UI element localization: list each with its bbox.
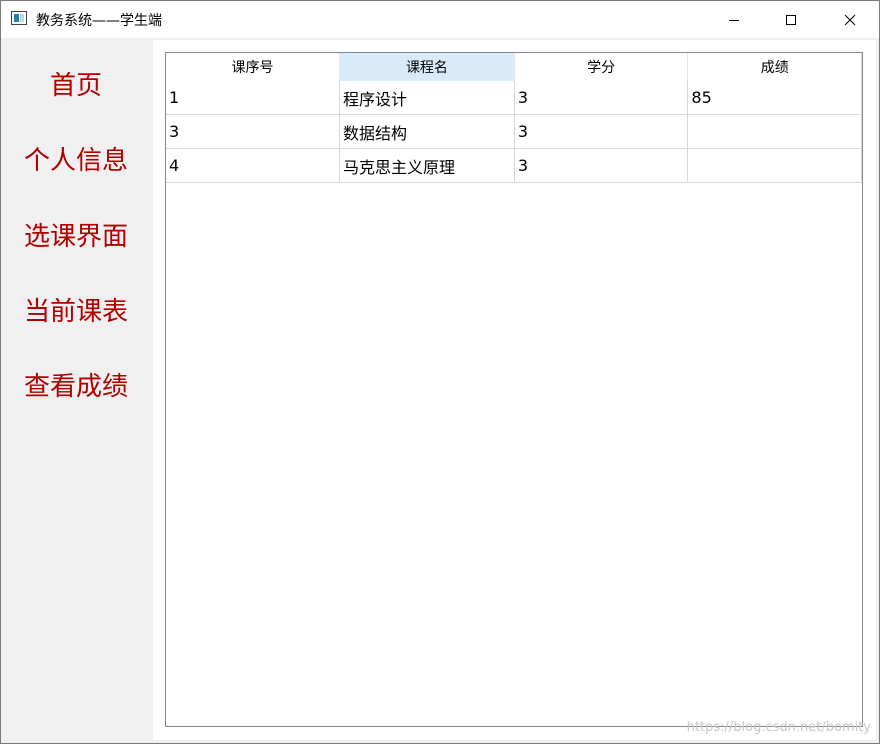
cell-course-no[interactable]: 4 [166,148,341,183]
app-icon [11,11,27,25]
minimize-button[interactable] [711,1,757,38]
cell-course-name[interactable]: 数据结构 [339,114,515,149]
maximize-icon [786,14,796,25]
sidebar-item-current-schedule[interactable]: 当前课表 [1,287,151,337]
cell-credits[interactable]: 3 [514,81,689,115]
course-table-frame[interactable]: 课序号 课程名 学分 成绩 1 程序设计 3 85 3 数据结构 3 4 马克思… [165,52,863,727]
cell-credits[interactable]: 3 [514,148,689,183]
cell-credits[interactable]: 3 [514,114,689,149]
sidebar-item-personal-info[interactable]: 个人信息 [1,136,151,186]
table-row[interactable]: 3 数据结构 3 [166,114,862,149]
header-course-no[interactable]: 课序号 [166,53,341,81]
cell-grade[interactable] [687,114,862,149]
sidebar-nav: 首页 个人信息 选课界面 当前课表 查看成绩 [1,38,151,743]
close-icon [844,14,856,25]
cell-course-no[interactable]: 1 [166,81,341,115]
window-title: 教务系统——学生端 [36,13,162,29]
table-row[interactable]: 4 马克思主义原理 3 [166,148,862,183]
table-header-row: 课序号 课程名 学分 成绩 [166,53,862,81]
watermark-text: https://blog.csdn.net/bomity [686,720,871,735]
cell-course-name[interactable]: 马克思主义原理 [339,148,515,183]
app-window: 教务系统——学生端 首页 个人信息 选课界面 当前课表 查看成绩 课序号 课程名… [0,0,880,744]
table-row[interactable]: 1 程序设计 3 85 [166,81,862,115]
sidebar-item-course-selection[interactable]: 选课界面 [1,212,151,262]
cell-course-name[interactable]: 程序设计 [339,81,515,115]
course-table: 课序号 课程名 学分 成绩 1 程序设计 3 85 3 数据结构 3 4 马克思… [166,53,862,183]
header-credits[interactable]: 学分 [514,53,689,81]
cell-grade[interactable]: 85 [687,81,862,115]
sidebar-item-view-grades[interactable]: 查看成绩 [1,362,151,412]
header-grade[interactable]: 成绩 [687,53,862,81]
close-button[interactable] [827,1,873,38]
title-bar[interactable]: 教务系统——学生端 [1,1,879,38]
cell-grade[interactable] [687,148,862,183]
maximize-button[interactable] [768,1,814,38]
sidebar-item-home[interactable]: 首页 [1,61,151,111]
cell-course-no[interactable]: 3 [166,114,341,149]
header-course-name[interactable]: 课程名 [339,53,515,81]
content-panel: 课序号 课程名 学分 成绩 1 程序设计 3 85 3 数据结构 3 4 马克思… [153,40,876,740]
minimize-icon [729,19,739,21]
